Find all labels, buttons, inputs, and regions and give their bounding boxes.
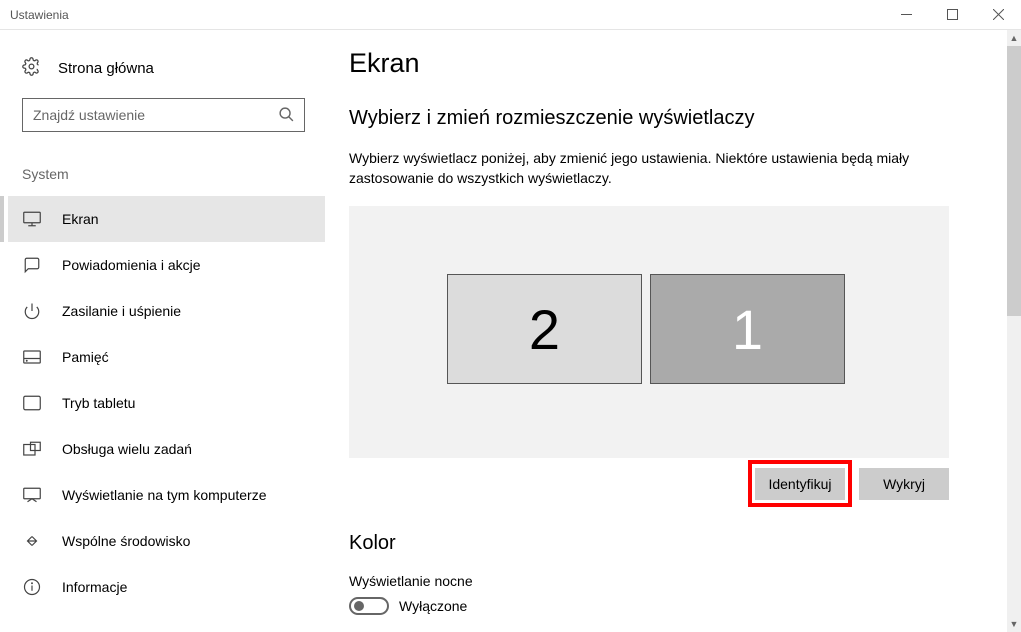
sidebar-item-informacje[interactable]: Informacje [8,564,325,610]
sidebar-item-label: Wyświetlanie na tym komputerze [62,487,267,503]
toggle-switch[interactable] [349,597,389,615]
main-content: Ekran Wybierz i zmień rozmieszczenie wyś… [325,30,1021,632]
tablet-icon [22,393,42,413]
project-icon [22,485,42,505]
sidebar-item-label: Powiadomienia i akcje [62,257,201,273]
sidebar-item-label: Pamięć [62,349,109,365]
storage-icon [22,347,42,367]
sidebar-item-label: Ekran [62,211,99,227]
window-title: Ustawienia [0,8,69,22]
scrollbar-thumb[interactable] [1007,46,1021,316]
toggle-state: Wyłączone [399,598,467,614]
gear-icon [22,57,42,79]
sidebar-item-label: Zasilanie i uśpienie [62,303,181,319]
sidebar-item-label: Informacje [62,579,127,595]
detect-button[interactable]: Wykryj [859,468,949,500]
sidebar-item-zasilanie[interactable]: Zasilanie i uśpienie [8,288,325,334]
sidebar-item-trybtabletu[interactable]: Tryb tabletu [8,380,325,426]
maximize-button[interactable] [929,0,975,30]
sidebar-item-label: Obsługa wielu zadań [62,441,192,457]
sidebar-item-pamiec[interactable]: Pamięć [8,334,325,380]
scroll-down-arrow[interactable]: ▼ [1007,616,1021,632]
sidebar-item-label: Wspólne środowisko [62,533,190,549]
sidebar-item-ekran[interactable]: Ekran [8,196,325,242]
multitask-icon [22,439,42,459]
highlight-box: Identyfikuj [748,460,852,507]
title-bar: Ustawienia [0,0,1021,30]
display-arrangement-area[interactable]: 2 1 [349,206,949,458]
shared-icon [22,531,42,551]
search-input[interactable] [22,98,305,132]
sidebar: Strona główna System Ekran Powiadomienia… [0,30,325,632]
section-description: Wybierz wyświetlacz poniżej, aby zmienić… [349,148,959,188]
sidebar-item-powiadomienia[interactable]: Powiadomienia i akcje [8,242,325,288]
sidebar-item-obsluga[interactable]: Obsługa wielu zadań [8,426,325,472]
home-link[interactable]: Strona główna [8,50,325,86]
window-controls [883,0,1021,30]
sidebar-item-wspolne[interactable]: Wspólne środowisko [8,518,325,564]
power-icon [22,301,42,321]
sidebar-item-wyswietlanie[interactable]: Wyświetlanie na tym komputerze [8,472,325,518]
nightlight-toggle[interactable]: Wyłączone [349,597,999,615]
page-title: Ekran [349,48,999,79]
minimize-button[interactable] [883,0,929,30]
monitor-icon [22,209,42,229]
search-wrap [22,98,305,132]
display-1[interactable]: 1 [650,274,845,384]
nightlight-label: Wyświetlanie nocne [349,573,999,589]
home-label: Strona główna [58,60,154,77]
info-icon [22,577,42,597]
display-2[interactable]: 2 [447,274,642,384]
close-button[interactable] [975,0,1021,30]
category-label: System [8,166,325,182]
sidebar-item-label: Tryb tabletu [62,395,135,411]
scroll-up-arrow[interactable]: ▲ [1007,30,1021,46]
message-icon [22,255,42,275]
search-icon [278,106,295,126]
color-section-title: Kolor [349,532,999,555]
identify-button[interactable]: Identyfikuj [755,468,845,500]
section-title: Wybierz i zmień rozmieszczenie wyświetla… [349,107,999,130]
scrollbar[interactable]: ▲ ▼ [1007,30,1021,632]
